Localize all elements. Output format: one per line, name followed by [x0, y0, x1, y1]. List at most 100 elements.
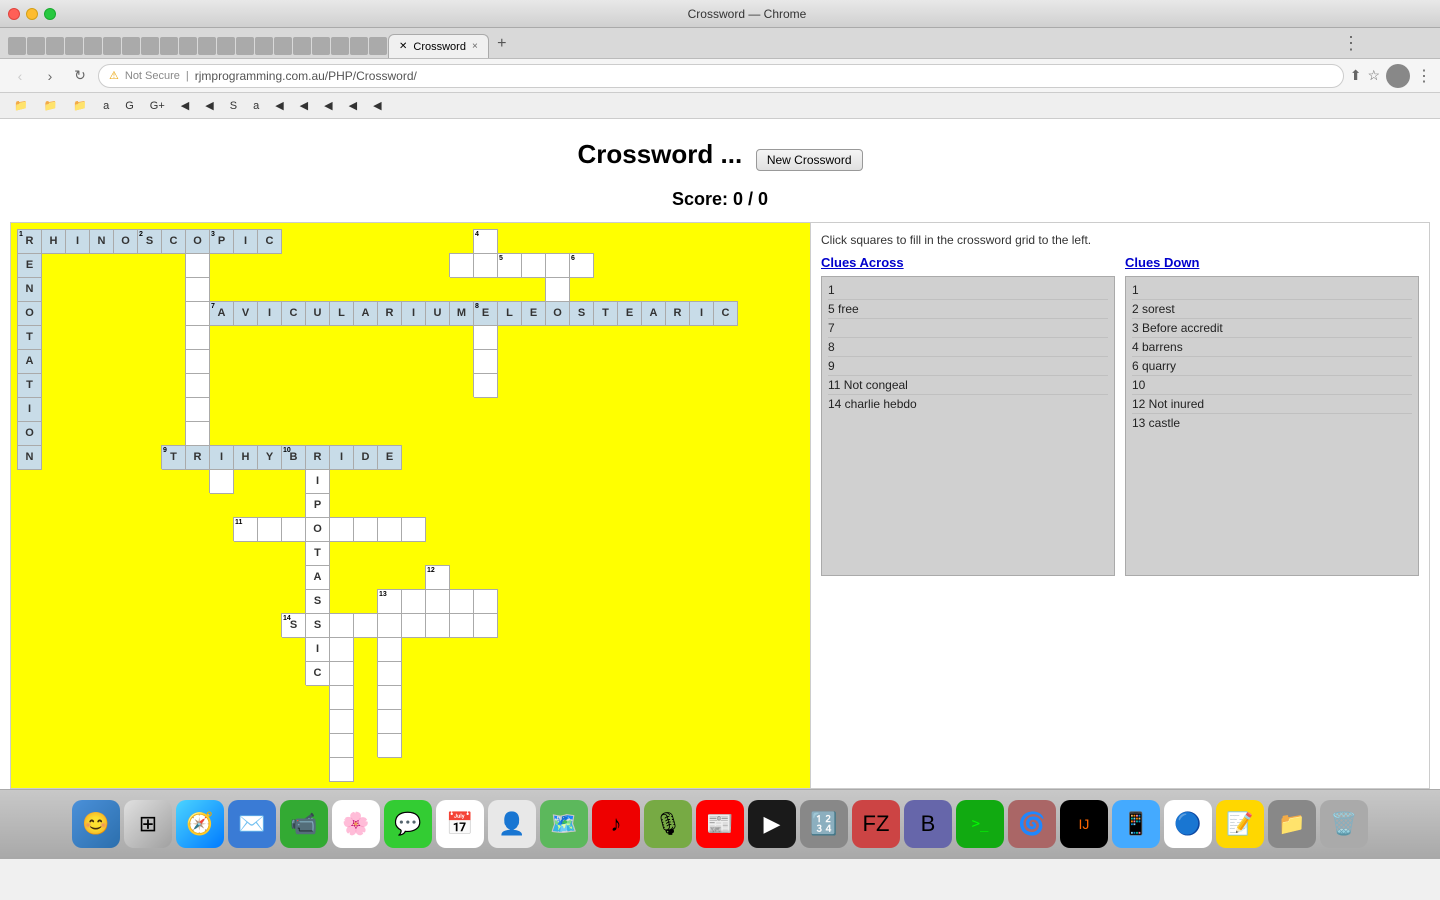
crossword-cell[interactable] [378, 709, 402, 733]
crossword-cell[interactable] [474, 589, 498, 613]
tab-close-icon[interactable]: × [472, 41, 478, 52]
crossword-cell[interactable]: E [18, 253, 42, 277]
maximize-button[interactable] [44, 8, 56, 20]
crossword-cell[interactable]: C [162, 229, 186, 253]
clue-across-item[interactable]: 11 Not congeal [828, 376, 1108, 395]
crossword-cell[interactable]: I [234, 229, 258, 253]
crossword-cell[interactable]: 13 [378, 589, 402, 613]
crossword-cell[interactable]: A [642, 301, 666, 325]
crossword-cell[interactable]: U [426, 301, 450, 325]
crossword-cell[interactable] [186, 253, 210, 277]
crossword-cell[interactable] [378, 661, 402, 685]
clue-down-item[interactable]: 3 Before accredit [1132, 319, 1412, 338]
crossword-cell[interactable]: N [90, 229, 114, 253]
dock-icon-news[interactable]: 📰 [696, 800, 744, 848]
crossword-cell[interactable] [186, 373, 210, 397]
crossword-cell[interactable]: H [42, 229, 66, 253]
dock-icon-safari[interactable]: 🧭 [176, 800, 224, 848]
bookmark-item[interactable]: a [247, 98, 265, 114]
bookmark-item[interactable]: a [97, 98, 115, 114]
crossword-cell[interactable]: D [354, 445, 378, 469]
clue-across-item[interactable]: 9 [828, 357, 1108, 376]
clue-across-item[interactable]: 1 [828, 281, 1108, 300]
crossword-cell[interactable]: R [306, 445, 330, 469]
dock-icon-intellij[interactable]: IJ [1060, 800, 1108, 848]
crossword-cell[interactable]: S [570, 301, 594, 325]
dock-icon-terminal[interactable]: >_ [956, 800, 1004, 848]
dock-icon-voodoopad[interactable]: 🌀 [1008, 800, 1056, 848]
crossword-cell[interactable]: C [306, 661, 330, 685]
crossword-cell[interactable]: O [546, 301, 570, 325]
bookmark-button[interactable]: ☆ [1367, 67, 1380, 84]
bookmark-item[interactable]: ◀ [294, 97, 314, 114]
bookmark-item[interactable]: G [119, 98, 140, 114]
crossword-cell[interactable]: E [522, 301, 546, 325]
crossword-cell[interactable]: R [666, 301, 690, 325]
crossword-cell[interactable] [186, 301, 210, 325]
dock-icon-maps[interactable]: 🗺️ [540, 800, 588, 848]
crossword-cell[interactable] [330, 517, 354, 541]
crossword-cell[interactable]: A [18, 349, 42, 373]
crossword-cell[interactable] [474, 349, 498, 373]
crossword-cell[interactable]: U [306, 301, 330, 325]
address-input[interactable]: ⚠ Not Secure | rjmprogramming.com.au/PHP… [98, 64, 1344, 88]
crossword-cell[interactable]: 2S [138, 229, 162, 253]
crossword-cell[interactable]: R [186, 445, 210, 469]
crossword-cell[interactable] [402, 613, 426, 637]
crossword-cell[interactable]: I [18, 397, 42, 421]
dock-icon-appletv[interactable]: ▶ [748, 800, 796, 848]
crossword-cell[interactable] [450, 613, 474, 637]
crossword-cell[interactable] [186, 277, 210, 301]
crossword-cell[interactable]: O [18, 301, 42, 325]
close-button[interactable] [8, 8, 20, 20]
crossword-cell[interactable] [186, 421, 210, 445]
crossword-cell[interactable] [402, 589, 426, 613]
crossword-cell[interactable] [186, 325, 210, 349]
crossword-cell[interactable] [450, 589, 474, 613]
crossword-cell[interactable] [330, 733, 354, 757]
crossword-cell[interactable]: I [66, 229, 90, 253]
bookmark-item[interactable]: ◀ [367, 97, 387, 114]
dock-icon-launchpad[interactable]: ⊞ [124, 800, 172, 848]
crossword-cell[interactable]: C [258, 229, 282, 253]
crossword-cell[interactable]: P [306, 493, 330, 517]
crossword-cell[interactable]: C [714, 301, 738, 325]
crossword-cell[interactable]: H [234, 445, 258, 469]
crossword-cell[interactable]: Y [258, 445, 282, 469]
bookmark-item[interactable]: ◀ [175, 97, 195, 114]
crossword-cell[interactable]: T [18, 373, 42, 397]
crossword-cell[interactable]: A [306, 565, 330, 589]
crossword-cell[interactable]: N [18, 445, 42, 469]
crossword-cell[interactable] [210, 469, 234, 493]
crossword-cell[interactable]: I [306, 469, 330, 493]
active-tab[interactable]: ✕ Crossword × [388, 34, 489, 58]
browser-menu-button[interactable]: ⋮ [1416, 66, 1432, 86]
dock-icon-filesharing[interactable]: 📁 [1268, 800, 1316, 848]
new-crossword-button[interactable]: New Crossword [756, 149, 863, 171]
clue-across-item[interactable]: 8 [828, 338, 1108, 357]
crossword-cell[interactable]: S [306, 613, 330, 637]
dock-icon-mail[interactable]: ✉️ [228, 800, 276, 848]
bookmark-item[interactable]: 📁 [67, 97, 93, 114]
crossword-cell[interactable]: 9T [162, 445, 186, 469]
crossword-cell[interactable] [546, 253, 570, 277]
crossword-cell[interactable] [258, 517, 282, 541]
crossword-cell[interactable]: R [378, 301, 402, 325]
crossword-cell[interactable]: L [330, 301, 354, 325]
dock-icon-contacts[interactable]: 👤 [488, 800, 536, 848]
bookmark-item[interactable]: 📁 [8, 97, 34, 114]
bookmark-item[interactable]: ◀ [269, 97, 289, 114]
dock-icon-calculator[interactable]: 🔢 [800, 800, 848, 848]
clue-down-item[interactable]: 13 castle [1132, 414, 1412, 432]
crossword-cell[interactable] [330, 757, 354, 781]
dock-icon-calendar[interactable]: 📅 [436, 800, 484, 848]
crossword-cell[interactable] [282, 517, 306, 541]
crossword-cell[interactable]: V [234, 301, 258, 325]
profile-avatar[interactable] [1386, 64, 1410, 88]
crossword-cell[interactable]: 10B [282, 445, 306, 469]
crossword-cell[interactable] [330, 613, 354, 637]
crossword-cell[interactable] [426, 589, 450, 613]
bookmark-item[interactable]: S [224, 98, 243, 114]
crossword-cell[interactable]: I [306, 637, 330, 661]
crossword-cell[interactable] [546, 277, 570, 301]
